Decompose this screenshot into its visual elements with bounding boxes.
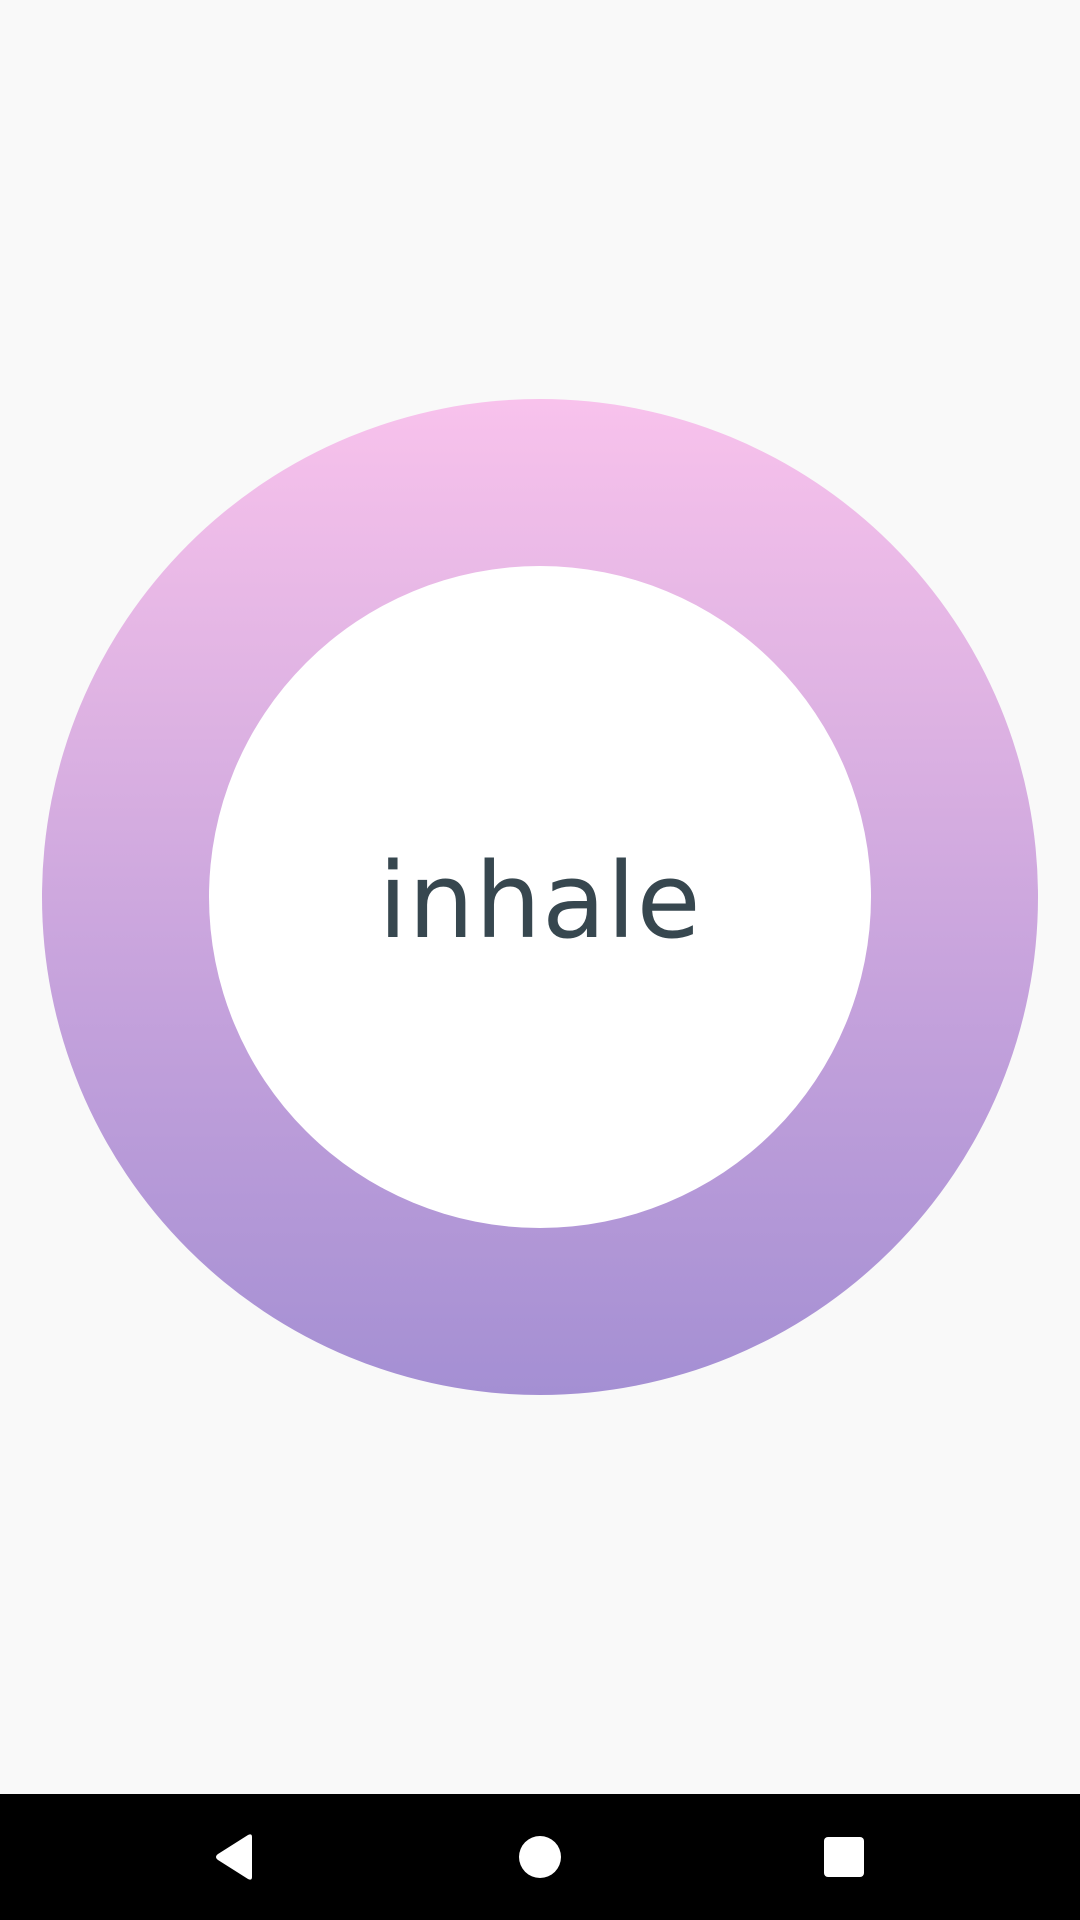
back-button[interactable] (156, 1794, 316, 1920)
back-triangle-icon (216, 1834, 252, 1880)
recents-button[interactable] (764, 1794, 924, 1920)
system-navigation-bar (0, 1794, 1080, 1920)
breathing-core-circle: inhale (209, 566, 871, 1228)
breathing-screen: inhale (0, 0, 1080, 1794)
breath-phase-label: inhale (378, 840, 702, 962)
home-button[interactable] (460, 1794, 620, 1920)
recents-square-icon (824, 1837, 864, 1877)
home-circle-icon (519, 1836, 561, 1878)
